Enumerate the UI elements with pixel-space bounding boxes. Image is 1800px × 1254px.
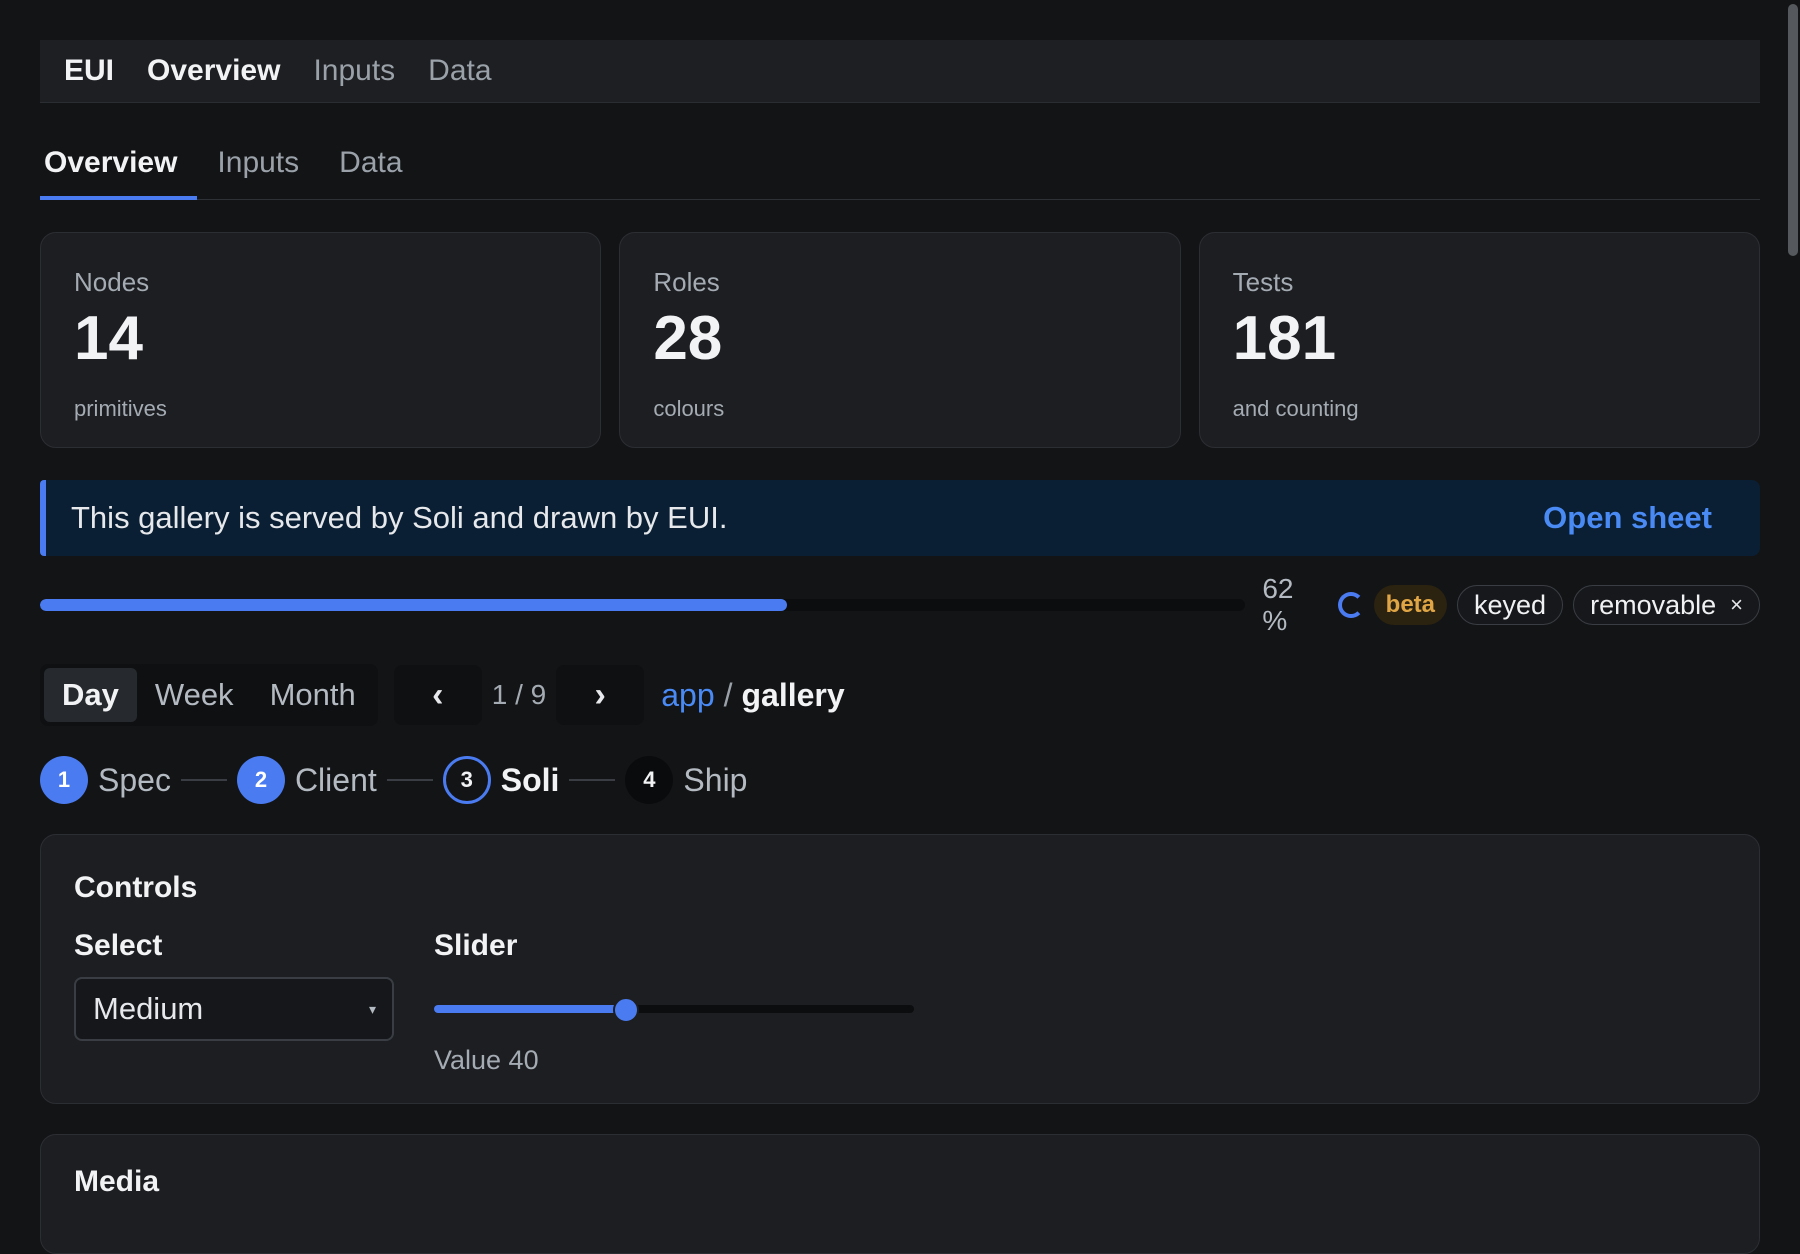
removable-chip: removable ×: [1573, 585, 1760, 625]
stat-value: 28: [653, 304, 723, 373]
breadcrumb-link-app[interactable]: app: [661, 677, 714, 713]
nav-data[interactable]: Data: [428, 54, 491, 88]
progress-row: 62 % beta keyed removable ×: [40, 573, 1760, 636]
controls-fields: Select Medium ▾ Slider Value 40: [74, 929, 1726, 1076]
stat-card-nodes: Nodes 14 primitives: [40, 232, 602, 448]
segmented-control: Day Week Month: [40, 664, 378, 726]
segment-month[interactable]: Month: [252, 668, 374, 722]
select-value: Medium: [93, 991, 204, 1026]
breadcrumb: app / gallery: [661, 677, 844, 714]
controls-panel: Controls Select Medium ▾ Slider Value 40: [40, 834, 1760, 1104]
step-client[interactable]: 2 Client: [236, 756, 377, 804]
segment-week[interactable]: Week: [137, 668, 252, 722]
controls-row: Day Week Month ‹ 1 / 9 › app / gallery: [40, 664, 1760, 726]
step-number: 3: [442, 756, 491, 804]
progress-percent: 62 %: [1262, 573, 1294, 636]
stat-value: 181: [1232, 304, 1337, 373]
media-panel: Media: [40, 1134, 1760, 1254]
stat-label: Nodes: [74, 267, 150, 297]
stat-card-roles: Roles 28 colours: [619, 232, 1181, 448]
chevron-down-icon: ▾: [368, 1000, 376, 1017]
breadcrumb-current: gallery: [741, 676, 845, 713]
slider-fill: [434, 1005, 626, 1013]
tab-overview[interactable]: Overview: [40, 146, 198, 200]
beta-badge: beta: [1373, 585, 1448, 625]
slider-thumb[interactable]: [613, 997, 639, 1023]
open-sheet-button[interactable]: Open sheet: [1543, 500, 1712, 536]
step-connector: [569, 779, 616, 781]
prev-page-button[interactable]: ‹: [393, 665, 482, 725]
progress-fill: [40, 599, 788, 611]
stat-label: Roles: [653, 267, 720, 297]
removable-chip-label: removable: [1590, 589, 1717, 620]
breadcrumb-separator: /: [723, 676, 733, 713]
slider-field: Slider Value 40: [434, 929, 914, 1076]
keyed-chip: keyed: [1457, 585, 1564, 625]
step-number: 2: [236, 756, 285, 804]
stepper: 1 Spec 2 Client 3 Soli 4 Ship: [40, 756, 1760, 804]
stat-caption: colours: [653, 396, 725, 421]
tab-inputs[interactable]: Inputs: [197, 146, 319, 200]
info-banner: This gallery is served by Soli and drawn…: [40, 480, 1760, 556]
value-slider[interactable]: [434, 997, 914, 1023]
step-number: 4: [625, 756, 674, 804]
select-label: Select: [74, 929, 163, 962]
step-ship[interactable]: 4 Ship: [625, 756, 747, 804]
brand-logo[interactable]: EUI: [64, 54, 114, 88]
stat-value: 14: [74, 304, 143, 373]
step-connector: [386, 779, 433, 781]
scrollbar-thumb[interactable]: [1788, 4, 1798, 256]
step-connector: [180, 779, 227, 781]
step-label: Client: [294, 761, 377, 798]
panel-title: Controls: [74, 871, 198, 904]
stat-card-tests: Tests 181 and counting: [1198, 232, 1760, 448]
select-field: Select Medium ▾: [74, 929, 434, 1076]
step-label: Soli: [500, 761, 560, 798]
stat-caption: and counting: [1232, 396, 1359, 421]
tab-data[interactable]: Data: [319, 146, 422, 200]
page: EUI Overview Inputs Data Overview Inputs…: [40, 40, 1760, 1254]
stat-label: Tests: [1232, 267, 1294, 297]
next-page-button[interactable]: ›: [556, 665, 645, 725]
page-count: 1 / 9: [491, 679, 547, 710]
progress-bar: [40, 599, 1246, 611]
nav-inputs[interactable]: Inputs: [313, 54, 395, 88]
stat-cards: Nodes 14 primitives Roles 28 colours Tes…: [40, 232, 1760, 448]
step-label: Spec: [98, 761, 171, 798]
step-label: Ship: [683, 761, 748, 798]
tab-bar: Overview Inputs Data: [40, 133, 1760, 200]
loading-spinner-icon: [1337, 592, 1364, 618]
close-icon[interactable]: ×: [1730, 592, 1743, 618]
segment-day[interactable]: Day: [44, 668, 137, 722]
top-navbar: EUI Overview Inputs Data: [40, 40, 1760, 103]
banner-message: This gallery is served by Soli and drawn…: [71, 500, 728, 535]
slider-label: Slider: [434, 929, 518, 962]
pagination: ‹ 1 / 9 ›: [393, 665, 645, 725]
slider-value-text: Value 40: [434, 1045, 539, 1075]
panel-title: Media: [74, 1165, 160, 1198]
step-number: 1: [40, 756, 88, 804]
step-soli[interactable]: 3 Soli: [442, 756, 560, 804]
nav-overview[interactable]: Overview: [147, 54, 280, 88]
step-spec[interactable]: 1 Spec: [40, 756, 171, 804]
stat-caption: primitives: [74, 396, 167, 421]
size-select[interactable]: Medium ▾: [74, 977, 394, 1041]
